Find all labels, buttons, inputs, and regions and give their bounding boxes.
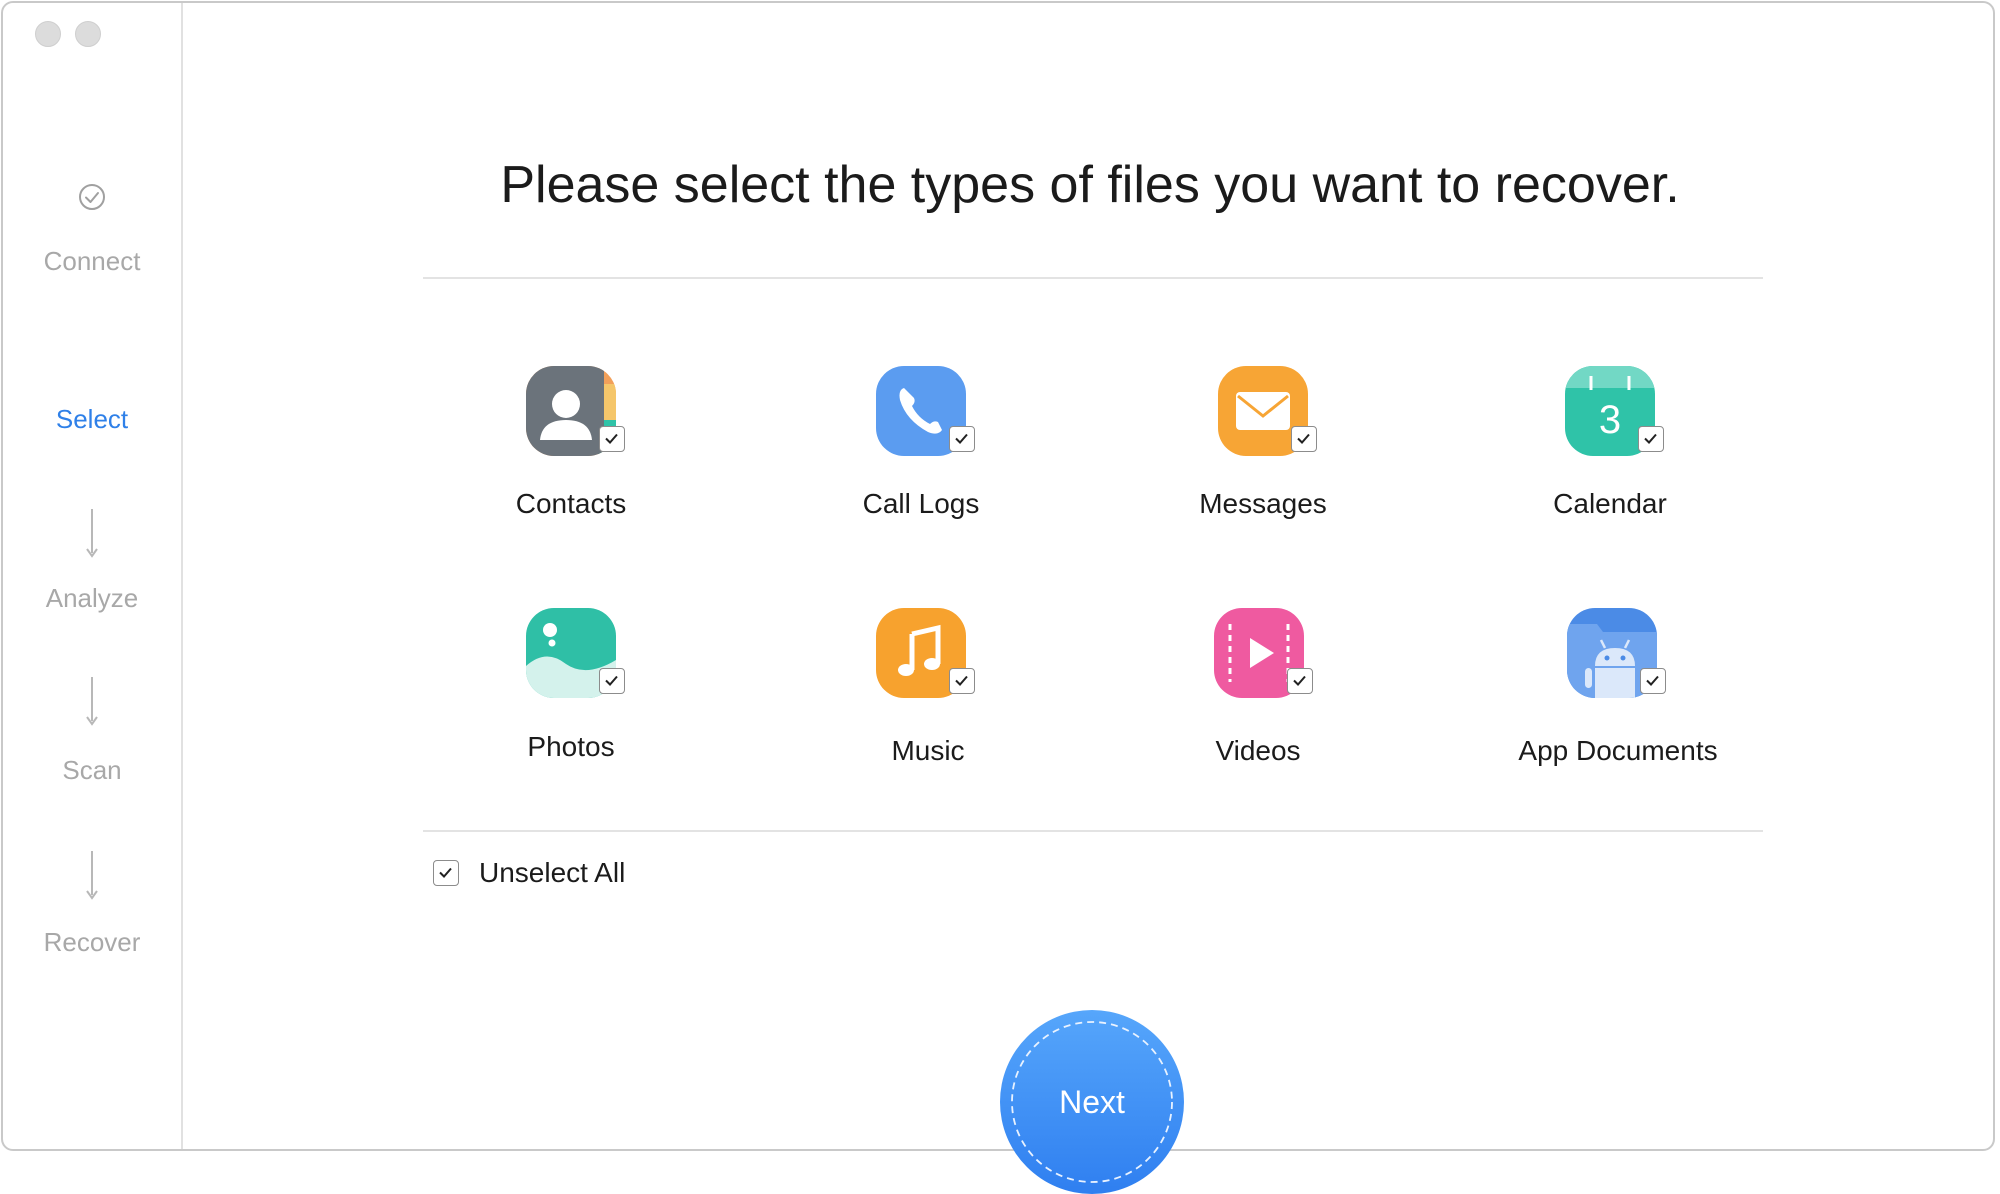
bottom-divider [423, 830, 1763, 832]
call-logs-label: Call Logs [862, 488, 980, 519]
app-documents-checkbox[interactable] [1640, 668, 1666, 694]
photos-label: Photos [527, 731, 615, 762]
file-type-call-logs[interactable]: Call Logs [771, 366, 1071, 546]
contacts-label: Contacts [515, 488, 627, 519]
page-title: Please select the types of files you wan… [500, 156, 1680, 214]
check-circle-icon [79, 184, 105, 210]
call-logs-checkbox[interactable] [949, 426, 975, 452]
videos-checkbox[interactable] [1287, 668, 1313, 694]
next-button-label: Next [1059, 1084, 1125, 1120]
calendar-label: Calendar [1553, 488, 1667, 519]
messages-checkbox[interactable] [1291, 426, 1317, 452]
contacts-checkbox[interactable] [599, 426, 625, 452]
file-type-app-documents[interactable]: App Documents [1468, 608, 1768, 788]
file-type-calendar[interactable]: 3 Calendar [1460, 366, 1760, 546]
file-type-photos[interactable]: Photos [421, 608, 721, 788]
music-checkbox[interactable] [949, 668, 975, 694]
file-type-music[interactable]: Music [778, 608, 1078, 788]
arrow-down-icon [86, 851, 98, 900]
step-scan: Scan [62, 755, 122, 785]
step-analyze: Analyze [45, 583, 139, 613]
app-documents-label: App Documents [1518, 735, 1718, 766]
videos-label: Videos [1215, 735, 1301, 766]
arrow-down-icon [86, 509, 98, 558]
svg-text:3: 3 [1599, 398, 1621, 442]
step-select: Select [55, 404, 129, 434]
top-divider [423, 277, 1763, 279]
file-type-videos[interactable]: Videos [1108, 608, 1408, 788]
messages-label: Messages [1199, 488, 1327, 519]
arrow-down-icon [86, 677, 98, 726]
step-connect: Connect [43, 246, 141, 276]
file-type-contacts[interactable]: Contacts [421, 366, 721, 546]
steps-sidebar: Connect Select Analyze Scan Recover [3, 3, 183, 1149]
photos-checkbox[interactable] [599, 668, 625, 694]
unselect-all-checkbox[interactable] [433, 860, 459, 886]
unselect-all-label: Unselect All [479, 857, 626, 888]
unselect-all-control[interactable]: Unselect All [433, 856, 625, 890]
step-recover: Recover [43, 927, 141, 957]
music-label: Music [891, 735, 965, 766]
file-type-messages[interactable]: Messages [1113, 366, 1413, 546]
app-window: Connect Select Analyze Scan Recover Plea… [1, 1, 1995, 1151]
calendar-checkbox[interactable] [1638, 426, 1664, 452]
next-button[interactable]: Next [1000, 1010, 1184, 1194]
